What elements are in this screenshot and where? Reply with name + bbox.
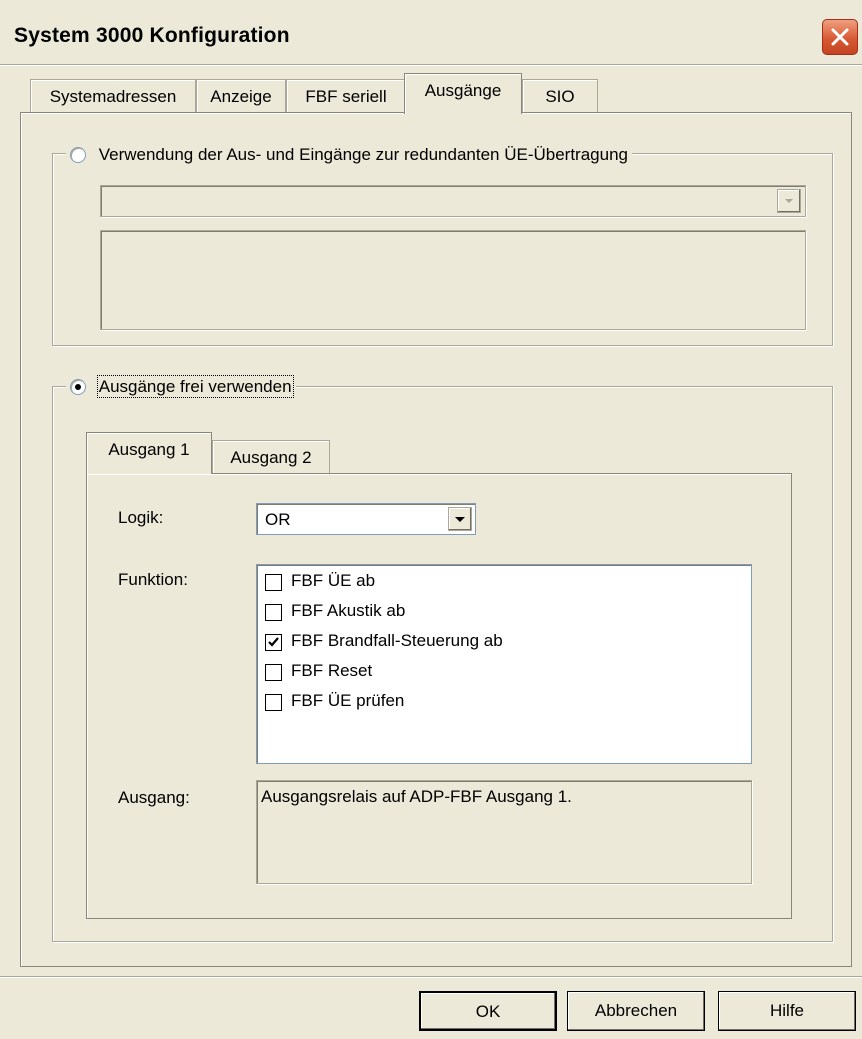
checkbox-label: FBF Reset [291, 661, 373, 680]
tab-label: Systemadressen [49, 87, 177, 106]
chevron-down-icon [785, 199, 793, 203]
checkbox-fbf-brandfall-steuerung-ab[interactable] [265, 634, 282, 651]
checkbox-fbf-ue-ab[interactable] [265, 574, 282, 591]
checkbox-fbf-akustik-ab[interactable] [265, 604, 282, 621]
tab-sio[interactable]: SIO [522, 79, 598, 113]
subtab-ausgang-2[interactable]: Ausgang 2 [212, 440, 330, 474]
group-redundant-header[interactable]: Verwendung der Aus- und Eingänge zur red… [66, 142, 632, 166]
funktion-label: Funktion: [118, 570, 188, 589]
redundant-description [100, 230, 806, 330]
dropdown-arrow[interactable] [777, 189, 801, 213]
bottom-separator [0, 976, 862, 978]
cancel-button[interactable]: Abbrechen [567, 991, 705, 1031]
ausgang-label: Ausgang: [118, 788, 190, 807]
ausgang-description: Ausgangsrelais auf ADP-FBF Ausgang 1. [256, 780, 752, 884]
subtab-ausgang-1[interactable]: Ausgang 1 [86, 432, 212, 474]
radio-free-label: Ausgänge frei verwenden [96, 374, 294, 398]
subtab-label: Ausgang 1 [108, 440, 190, 459]
title-separator [0, 64, 862, 66]
tab-fbf-seriell[interactable]: FBF seriell [286, 79, 406, 113]
tab-anzeige[interactable]: Anzeige [196, 79, 286, 113]
logik-value: OR [265, 510, 291, 529]
checkbox-label: FBF Brandfall-Steuerung ab [291, 631, 503, 650]
radio-free[interactable] [70, 378, 86, 395]
group-free-header[interactable]: Ausgänge frei verwenden [66, 374, 296, 398]
tab-ausgaenge[interactable]: Ausgänge [404, 73, 522, 114]
tab-label: SIO [545, 87, 575, 106]
radio-redundant[interactable] [70, 146, 86, 163]
checkmark-icon [268, 637, 279, 647]
tab-label: FBF seriell [305, 87, 387, 106]
logik-label: Logik: [118, 508, 164, 527]
logik-select[interactable]: OR [256, 503, 476, 535]
tab-label: Ausgänge [424, 81, 502, 100]
checkbox-label: FBF ÜE prüfen [291, 691, 405, 710]
radio-redundant-label: Verwendung der Aus- und Eingänge zur red… [98, 144, 628, 164]
ok-button[interactable]: OK [419, 991, 557, 1031]
chevron-down-icon [455, 517, 465, 522]
redundant-dropdown[interactable] [100, 185, 806, 217]
window-title: System 3000 Konfiguration [14, 24, 290, 47]
tab-systemadressen[interactable]: Systemadressen [30, 79, 196, 113]
logik-dropdown-button[interactable] [448, 507, 472, 531]
tab-label: Anzeige [210, 87, 272, 106]
ausgang-description-text: Ausgangsrelais auf ADP-FBF Ausgang 1. [261, 787, 572, 806]
checkbox-label: FBF Akustik ab [291, 601, 406, 620]
checkbox-fbf-reset[interactable] [265, 664, 282, 681]
close-icon [831, 28, 849, 46]
checkbox-fbf-ue-pruefen[interactable] [265, 694, 282, 711]
checkbox-label: FBF ÜE ab [291, 571, 376, 590]
funktion-list[interactable]: FBF ÜE ab FBF Akustik ab FBF Brandfall-S… [256, 564, 752, 764]
close-button[interactable] [822, 19, 858, 55]
help-button[interactable]: Hilfe [718, 991, 856, 1031]
subtab-label: Ausgang 2 [230, 448, 312, 467]
